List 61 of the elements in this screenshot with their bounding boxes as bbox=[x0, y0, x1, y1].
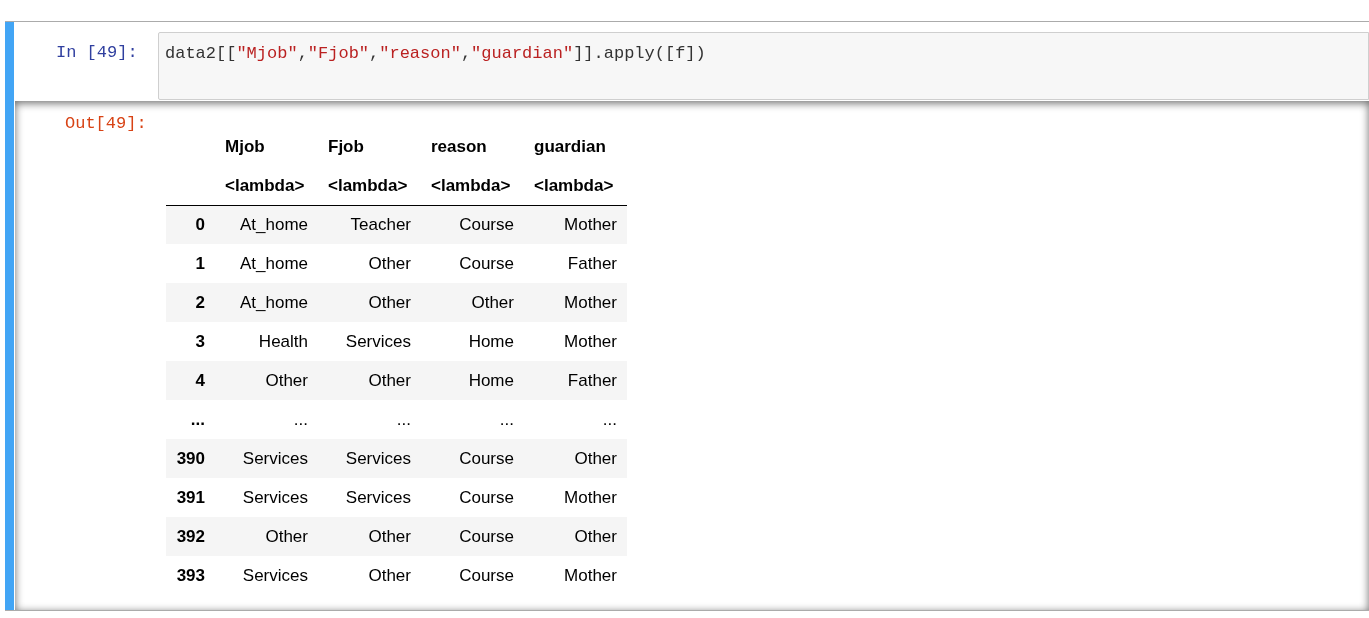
table-cell: At_home bbox=[239, 215, 308, 234]
table-cell: Services bbox=[345, 448, 411, 468]
row-index: 392 bbox=[176, 526, 205, 546]
column-header: <lambda> bbox=[328, 175, 408, 195]
output-prompt: Out[49]: bbox=[64, 113, 148, 135]
table-cell: Other bbox=[368, 565, 411, 585]
table-cell: At_home bbox=[239, 253, 308, 273]
table-cell: Course bbox=[459, 448, 514, 468]
table-cell: Mother bbox=[564, 331, 617, 351]
row-index: 3 bbox=[195, 331, 205, 351]
table-cell: Father bbox=[567, 370, 617, 390]
table-cell: Other bbox=[574, 526, 617, 546]
table-cell: Other bbox=[574, 448, 617, 468]
table-cell: Other bbox=[265, 526, 308, 546]
row-index: ... bbox=[190, 409, 205, 429]
column-header: <lambda> bbox=[431, 175, 511, 195]
table-cell: At_home bbox=[239, 292, 308, 312]
row-index: 2 bbox=[195, 292, 205, 312]
table-cell: Teacher bbox=[350, 215, 411, 234]
table-cell: Other bbox=[368, 292, 411, 312]
table-cell: Mother bbox=[564, 215, 617, 234]
table-cell: ... bbox=[396, 409, 411, 429]
code-input[interactable]: data2[["Mjob","Fjob","reason","guardian"]].apply([f]) bbox=[158, 32, 1369, 100]
table-cell: Course bbox=[459, 253, 514, 273]
table-cell: Course bbox=[459, 526, 514, 546]
row-index: 390 bbox=[176, 448, 205, 468]
table-cell: Mother bbox=[564, 487, 617, 507]
column-header: Mjob bbox=[225, 136, 265, 156]
table-cell: Services bbox=[242, 565, 308, 585]
table-cell: Other bbox=[265, 370, 308, 390]
table-cell: ... bbox=[499, 409, 514, 429]
table-cell: Mother bbox=[564, 292, 617, 312]
column-header: <lambda> bbox=[534, 175, 614, 195]
row-index: 0 bbox=[195, 215, 205, 234]
table-cell: Course bbox=[459, 487, 514, 507]
table-cell: Other bbox=[368, 526, 411, 546]
table-cell: Course bbox=[459, 565, 514, 585]
row-index: 4 bbox=[195, 370, 205, 390]
table-cell: Health bbox=[258, 331, 308, 351]
row-index: 393 bbox=[176, 565, 205, 585]
column-header: reason bbox=[431, 136, 487, 156]
table-cell: Other bbox=[471, 292, 514, 312]
table-cell: Other bbox=[368, 253, 411, 273]
table-cell: Mother bbox=[564, 565, 617, 585]
row-index: 391 bbox=[176, 487, 205, 507]
table-cell: Services bbox=[242, 448, 308, 468]
input-prompt: In [49]: bbox=[55, 42, 139, 64]
table-cell: Services bbox=[242, 487, 308, 507]
table-cell: Course bbox=[459, 215, 514, 234]
table-cell: Services bbox=[345, 487, 411, 507]
column-header: <lambda> bbox=[225, 175, 305, 195]
table-cell: Other bbox=[368, 370, 411, 390]
column-header: guardian bbox=[534, 136, 606, 156]
table-cell: ... bbox=[293, 409, 308, 429]
table-cell: Home bbox=[468, 331, 514, 351]
table-cell: Services bbox=[345, 331, 411, 351]
table-cell: Home bbox=[468, 370, 514, 390]
column-header: Fjob bbox=[328, 136, 364, 156]
table-cell: ... bbox=[602, 409, 617, 429]
table-cell: Father bbox=[567, 253, 617, 273]
row-index: 1 bbox=[195, 253, 205, 273]
